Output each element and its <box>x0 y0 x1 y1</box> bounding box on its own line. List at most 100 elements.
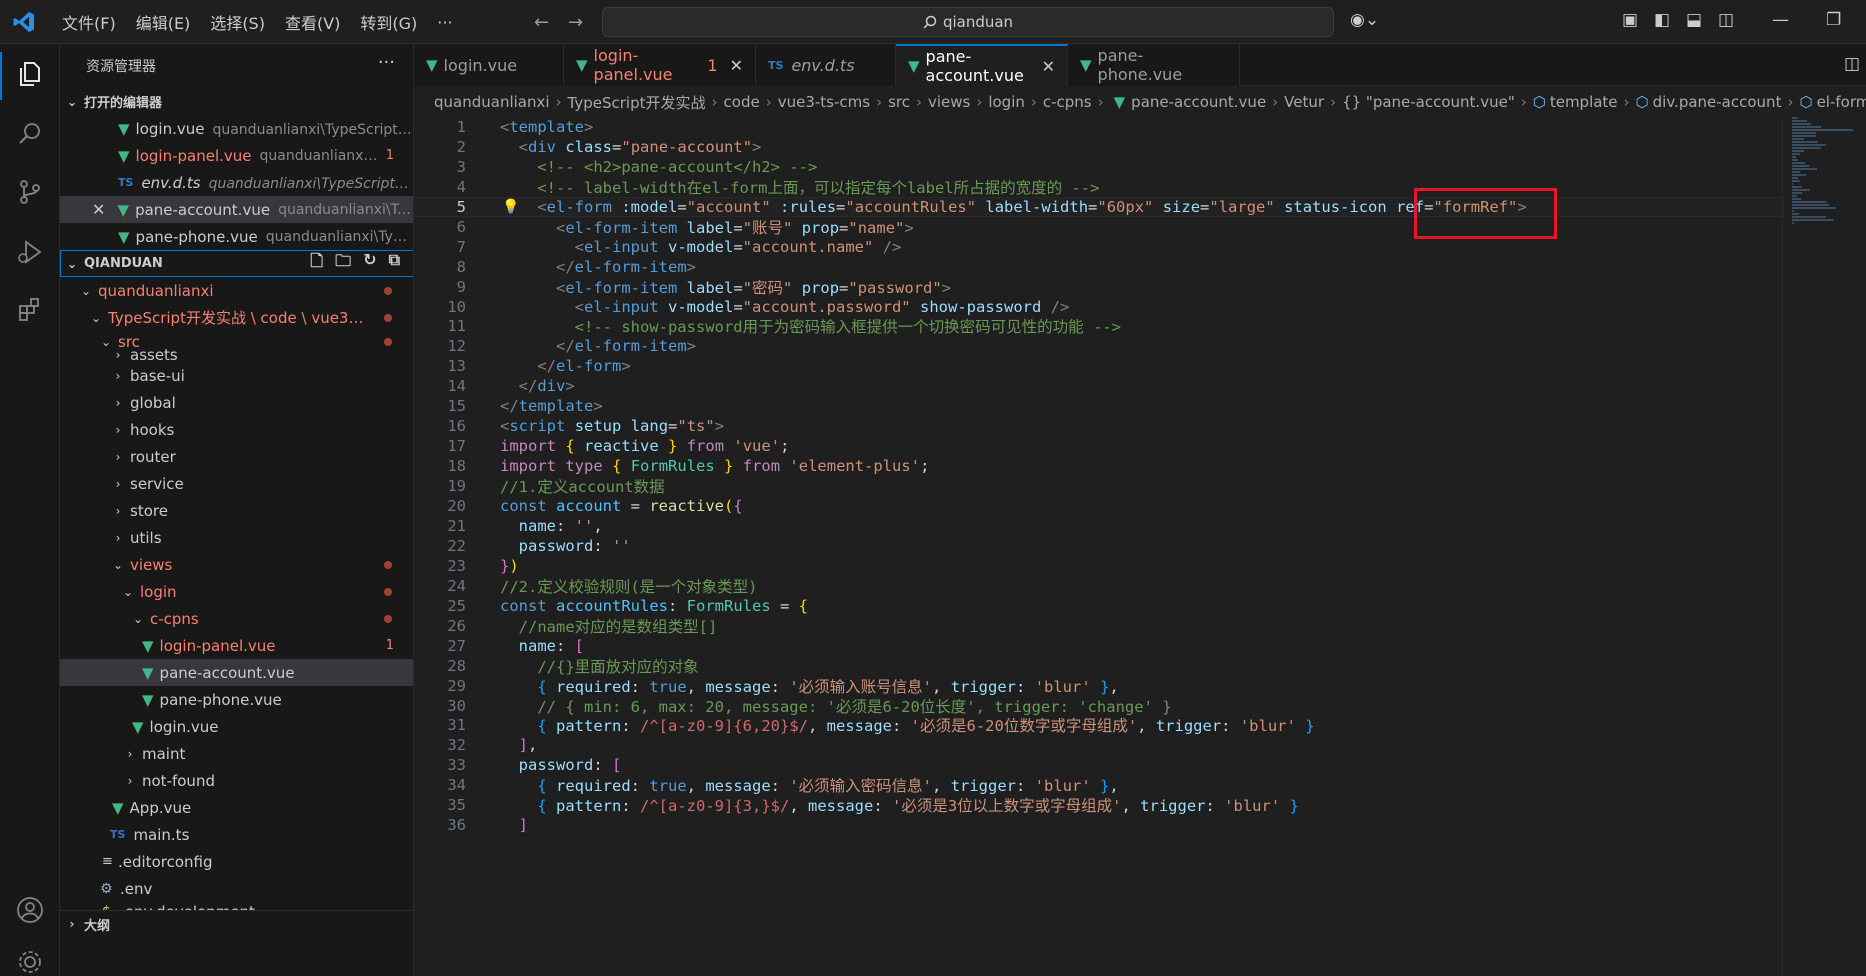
source-control-icon[interactable] <box>12 174 48 210</box>
code-line[interactable]: 2 <div class="pane-account"> <box>414 137 1784 157</box>
copilot-icon[interactable]: ◉⌄ <box>1350 10 1379 30</box>
close-icon[interactable]: ✕ <box>92 200 118 219</box>
code-line[interactable]: 25 const accountRules: FormRules = { <box>414 596 1784 616</box>
code-line[interactable]: 10 <el-input v-model="account.password" … <box>414 297 1784 317</box>
customize-layout-icon[interactable]: ▣ <box>1622 10 1638 30</box>
open-editor-item[interactable]: TS env.d.ts quanduanlianxi\TypeScript开发.… <box>60 169 413 196</box>
menu-more[interactable]: ··· <box>427 13 462 32</box>
split-editor-icon[interactable]: ◫ <box>1844 54 1860 74</box>
code-line[interactable]: 3 <!-- <h2>pane-account</h2> --> <box>414 157 1784 177</box>
code-line[interactable]: 32 ], <box>414 735 1784 755</box>
tree-folder[interactable]: ⌄ TypeScript开发实战 \ code \ vue3-t... <box>60 304 413 331</box>
code-line[interactable]: 24 //2.定义校验规则(是一个对象类型) <box>414 576 1784 596</box>
breadcrumb-item[interactable]: quanduanlianxi <box>434 93 550 111</box>
code-line[interactable]: 14 </div> <box>414 376 1784 396</box>
code-line[interactable]: 20 const account = reactive({ <box>414 496 1784 516</box>
menu-go[interactable]: 转到(G) <box>350 10 427 34</box>
new-folder-icon[interactable]: 🗀 <box>335 250 351 277</box>
search-icon[interactable] <box>12 116 48 152</box>
close-icon[interactable]: ✕ <box>1042 57 1055 76</box>
tab-login-panel-vue[interactable]: ▼ login-panel.vue 1 ✕ <box>564 44 756 86</box>
tree-file[interactable]: ▼ login.vue <box>60 713 413 740</box>
tree-folder[interactable]: ⌄ c-cpns <box>60 605 413 632</box>
menu-edit[interactable]: 编辑(E) <box>126 10 201 34</box>
open-editor-item[interactable]: ▼ pane-phone.vue quanduanlianxi\Type... <box>60 223 413 250</box>
code-line[interactable]: 5 💡 <el-form :model="account" :rules="acc… <box>414 196 1784 217</box>
tree-file[interactable]: ≡ .editorconfig <box>60 848 413 875</box>
tab-env-d-ts[interactable]: TS env.d.ts <box>756 44 896 86</box>
code-line[interactable]: 8 </el-form-item> <box>414 257 1784 277</box>
tree-folder[interactable]: › store <box>60 497 413 524</box>
code-line[interactable]: 15 </template> <box>414 396 1784 416</box>
tree-folder[interactable]: › service <box>60 470 413 497</box>
tree-folder[interactable]: ⌄ views <box>60 551 413 578</box>
breadcrumb-item[interactable]: vue3-ts-cms <box>778 93 870 111</box>
breadcrumb-item[interactable]: src <box>888 93 910 111</box>
breadcrumb-item[interactable]: pane-account.vue <box>1131 93 1266 111</box>
toggle-panel-icon[interactable]: ⬓ <box>1686 10 1702 30</box>
code-line[interactable]: 35 { pattern: /^[a-z0-9]{3,}$/, message:… <box>414 795 1784 815</box>
tree-file[interactable]: TS main.ts <box>60 821 413 848</box>
tree-file[interactable]: ⚙ .env <box>60 875 413 902</box>
explorer-icon[interactable] <box>12 56 48 92</box>
toggle-secondary-sidebar-icon[interactable]: ◫ <box>1718 10 1734 30</box>
tree-folder[interactable]: › maint <box>60 740 413 767</box>
code-line[interactable]: 34 { required: true, message: '必须输入密码信息'… <box>414 775 1784 795</box>
code-line[interactable]: 29 { required: true, message: '必须输入账号信息'… <box>414 676 1784 696</box>
tree-folder[interactable]: › base-ui <box>60 362 413 389</box>
breadcrumb-item[interactable]: Vetur <box>1284 93 1324 111</box>
tab-pane-account-vue[interactable]: ▼ pane-account.vue ✕ <box>896 44 1068 86</box>
tree-file[interactable]: ▼ login-panel.vue 1 <box>60 632 413 659</box>
manage-gear-icon[interactable] <box>12 944 48 976</box>
code-line[interactable]: 11 <!-- show-password用于为密码输入框提供一个切换密码可见性… <box>414 317 1784 336</box>
tab-pane-phone-vue[interactable]: ▼ pane-phone.vue <box>1068 44 1240 86</box>
breadcrumb-item[interactable]: TypeScript开发实战 <box>568 92 706 113</box>
open-editors-header[interactable]: ⌄ 打开的编辑器 <box>60 88 413 115</box>
extensions-icon[interactable] <box>12 292 48 328</box>
code-line[interactable]: 19 //1.定义account数据 <box>414 476 1784 496</box>
tree-folder[interactable]: › not-found <box>60 767 413 794</box>
breadcrumb-item[interactable]: c-cpns <box>1043 93 1092 111</box>
code-line[interactable]: 22 password: '' <box>414 536 1784 556</box>
code-line[interactable]: 4 <!-- label-width在el-form上面，可以指定每个label… <box>414 177 1784 197</box>
tree-folder[interactable]: ⌄ login <box>60 578 413 605</box>
tree-folder[interactable]: › hooks <box>60 416 413 443</box>
code-line[interactable]: 17 import { reactive } from 'vue'; <box>414 436 1784 456</box>
code-line[interactable]: 6 <el-form-item label="账号" prop="name"> <box>414 217 1784 237</box>
collapse-all-icon[interactable]: ⧉ <box>389 250 400 277</box>
code-line[interactable]: 36 ] <box>414 815 1784 835</box>
code-line[interactable]: 9 <el-form-item label="密码" prop="passwor… <box>414 277 1784 297</box>
breadcrumb-item[interactable]: code <box>724 93 760 111</box>
menu-file[interactable]: 文件(F) <box>52 10 126 34</box>
accounts-icon[interactable] <box>12 892 48 928</box>
minimize-icon[interactable]: — <box>1772 10 1789 30</box>
new-file-icon[interactable]: 🗋 <box>310 250 323 277</box>
tree-file[interactable]: ▼ pane-account.vue <box>60 659 413 686</box>
maximize-icon[interactable]: ❐ <box>1826 10 1841 30</box>
close-icon[interactable]: ✕ <box>730 56 743 75</box>
outline-header[interactable]: › 大纲 <box>60 910 413 937</box>
explorer-more-button[interactable]: ··· <box>378 52 395 73</box>
code-line[interactable]: 16 <script setup lang="ts"> <box>414 416 1784 436</box>
tree-folder[interactable]: › router <box>60 443 413 470</box>
tree-folder[interactable]: › utils <box>60 524 413 551</box>
minimap[interactable] <box>1790 117 1866 227</box>
back-arrow-icon[interactable]: ← <box>534 12 549 33</box>
code-line[interactable]: 26 //name对应的是数组类型[] <box>414 616 1784 636</box>
breadcrumb-item[interactable]: login <box>988 93 1025 111</box>
editor-scrollbar[interactable] <box>1782 117 1783 976</box>
code-line[interactable]: 1 <template> <box>414 117 1784 137</box>
code-line[interactable]: 28 //{}里面放对应的对象 <box>414 656 1784 676</box>
open-editor-item[interactable]: ▼ login.vue quanduanlianxi\TypeScript开..… <box>60 115 413 142</box>
breadcrumb-item[interactable]: el-form <box>1817 93 1866 111</box>
tab-login-vue[interactable]: ▼ login.vue <box>414 44 564 86</box>
breadcrumb-item[interactable]: views <box>928 93 970 111</box>
code-line[interactable]: 18 import type { FormRules } from 'elemen… <box>414 456 1784 476</box>
code-line[interactable]: 12 </el-form-item> <box>414 336 1784 356</box>
breadcrumb-item[interactable]: div.pane-account <box>1653 93 1782 111</box>
tree-folder[interactable]: ⌄ quanduanlianxi <box>60 277 413 304</box>
menu-view[interactable]: 查看(V) <box>275 10 350 34</box>
breadcrumb-item[interactable]: {} "pane-account.vue" <box>1342 93 1515 111</box>
toggle-sidebar-icon[interactable]: ◧ <box>1654 10 1670 30</box>
code-line[interactable]: 21 name: '', <box>414 516 1784 536</box>
